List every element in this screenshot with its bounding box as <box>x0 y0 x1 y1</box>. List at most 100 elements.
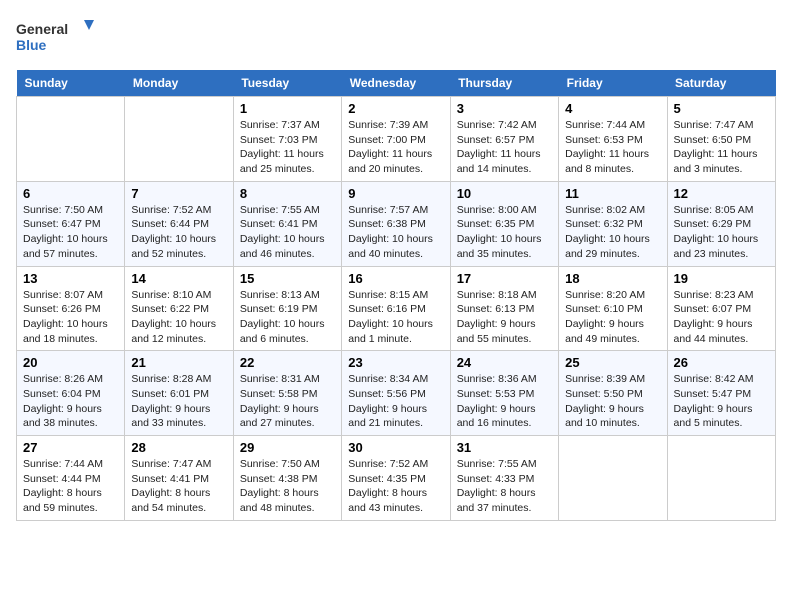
cell-content: Daylight: 9 hours and 33 minutes. <box>131 402 226 431</box>
cell-content: Sunset: 6:16 PM <box>348 302 443 317</box>
cell-content: Daylight: 9 hours and 44 minutes. <box>674 317 769 346</box>
cell-content: Daylight: 9 hours and 10 minutes. <box>565 402 660 431</box>
calendar-cell: 2 Sunrise: 7:39 AMSunset: 7:00 PMDaylight… <box>342 97 450 182</box>
cell-content: Sunrise: 8:39 AM <box>565 372 660 387</box>
cell-content: Daylight: 9 hours and 55 minutes. <box>457 317 552 346</box>
cell-content: Sunrise: 7:44 AM <box>23 457 118 472</box>
calendar-cell: 16Sunrise: 8:15 AMSunset: 6:16 PMDayligh… <box>342 266 450 351</box>
cell-content: Sunset: 5:56 PM <box>348 387 443 402</box>
cell-content: Daylight: 9 hours and 38 minutes. <box>23 402 118 431</box>
day-number: 29 <box>240 440 335 455</box>
cell-content: Sunrise: 8:31 AM <box>240 372 335 387</box>
cell-content: Sunset: 7:03 PM <box>240 133 335 148</box>
calendar-cell: 21Sunrise: 8:28 AMSunset: 6:01 PMDayligh… <box>125 351 233 436</box>
calendar-cell: 14Sunrise: 8:10 AMSunset: 6:22 PMDayligh… <box>125 266 233 351</box>
cell-content: Sunrise: 8:02 AM <box>565 203 660 218</box>
cell-content: Daylight: 11 hours and 25 minutes. <box>240 147 335 176</box>
cell-content: Daylight: 10 hours and 6 minutes. <box>240 317 335 346</box>
day-number: 30 <box>348 440 443 455</box>
calendar-cell <box>125 97 233 182</box>
day-number: 22 <box>240 355 335 370</box>
svg-text:General: General <box>16 21 68 37</box>
day-number: 4 <box>565 101 660 116</box>
cell-content: Daylight: 10 hours and 57 minutes. <box>23 232 118 261</box>
day-number: 18 <box>565 271 660 286</box>
cell-content: Sunset: 6:19 PM <box>240 302 335 317</box>
day-number: 19 <box>674 271 769 286</box>
calendar-cell: 22Sunrise: 8:31 AMSunset: 5:58 PMDayligh… <box>233 351 341 436</box>
day-header-tuesday: Tuesday <box>233 70 341 97</box>
cell-content: Sunset: 4:33 PM <box>457 472 552 487</box>
cell-content: Sunset: 4:35 PM <box>348 472 443 487</box>
cell-content: Sunset: 6:47 PM <box>23 217 118 232</box>
calendar-cell: 9Sunrise: 7:57 AMSunset: 6:38 PMDaylight… <box>342 181 450 266</box>
cell-content: Sunset: 6:10 PM <box>565 302 660 317</box>
calendar-cell: 18Sunrise: 8:20 AMSunset: 6:10 PMDayligh… <box>559 266 667 351</box>
day-number: 21 <box>131 355 226 370</box>
cell-content: Sunrise: 8:28 AM <box>131 372 226 387</box>
cell-content: Daylight: 10 hours and 35 minutes. <box>457 232 552 261</box>
week-row-4: 20Sunrise: 8:26 AMSunset: 6:04 PMDayligh… <box>17 351 776 436</box>
calendar-cell: 31Sunrise: 7:55 AMSunset: 4:33 PMDayligh… <box>450 436 558 521</box>
cell-content: Daylight: 10 hours and 40 minutes. <box>348 232 443 261</box>
calendar-cell: 28Sunrise: 7:47 AMSunset: 4:41 PMDayligh… <box>125 436 233 521</box>
cell-content: Sunset: 6:50 PM <box>674 133 769 148</box>
cell-content: Sunrise: 7:39 AM <box>348 118 443 133</box>
cell-content: Daylight: 11 hours and 8 minutes. <box>565 147 660 176</box>
cell-content: Sunrise: 8:36 AM <box>457 372 552 387</box>
day-header-friday: Friday <box>559 70 667 97</box>
cell-content: Sunset: 6:29 PM <box>674 217 769 232</box>
calendar-cell: 25Sunrise: 8:39 AMSunset: 5:50 PMDayligh… <box>559 351 667 436</box>
cell-content: Daylight: 8 hours and 37 minutes. <box>457 486 552 515</box>
calendar-cell <box>667 436 775 521</box>
day-number: 3 <box>457 101 552 116</box>
day-number: 26 <box>674 355 769 370</box>
cell-content: Sunset: 5:50 PM <box>565 387 660 402</box>
week-row-1: 1Sunrise: 7:37 AMSunset: 7:03 PMDaylight… <box>17 97 776 182</box>
calendar-cell: 6Sunrise: 7:50 AMSunset: 6:47 PMDaylight… <box>17 181 125 266</box>
calendar-table: SundayMondayTuesdayWednesdayThursdayFrid… <box>16 70 776 521</box>
cell-content: Daylight: 10 hours and 29 minutes. <box>565 232 660 261</box>
cell-content: Daylight: 8 hours and 59 minutes. <box>23 486 118 515</box>
logo: General Blue <box>16 16 96 60</box>
calendar-cell <box>559 436 667 521</box>
cell-content: Sunrise: 8:05 AM <box>674 203 769 218</box>
day-number: 5 <box>674 101 769 116</box>
day-number: 9 <box>348 186 443 201</box>
cell-content: Sunset: 7:00 PM <box>348 133 443 148</box>
day-number: 2 <box>348 101 443 116</box>
cell-content: Sunrise: 7:52 AM <box>348 457 443 472</box>
cell-content: Sunrise: 7:55 AM <box>457 457 552 472</box>
day-number: 15 <box>240 271 335 286</box>
cell-content: Sunset: 6:57 PM <box>457 133 552 148</box>
cell-content: Sunrise: 7:55 AM <box>240 203 335 218</box>
cell-content: Sunset: 6:32 PM <box>565 217 660 232</box>
week-row-5: 27Sunrise: 7:44 AMSunset: 4:44 PMDayligh… <box>17 436 776 521</box>
cell-content: Daylight: 8 hours and 54 minutes. <box>131 486 226 515</box>
cell-content: Daylight: 8 hours and 43 minutes. <box>348 486 443 515</box>
day-number: 17 <box>457 271 552 286</box>
cell-content: Daylight: 10 hours and 1 minute. <box>348 317 443 346</box>
cell-content: Sunrise: 7:47 AM <box>674 118 769 133</box>
cell-content: Sunset: 6:13 PM <box>457 302 552 317</box>
calendar-cell: 19Sunrise: 8:23 AMSunset: 6:07 PMDayligh… <box>667 266 775 351</box>
cell-content: Daylight: 10 hours and 12 minutes. <box>131 317 226 346</box>
cell-content: Sunset: 6:38 PM <box>348 217 443 232</box>
calendar-cell: 7Sunrise: 7:52 AMSunset: 6:44 PMDaylight… <box>125 181 233 266</box>
day-number: 20 <box>23 355 118 370</box>
cell-content: Sunrise: 8:13 AM <box>240 288 335 303</box>
day-header-sunday: Sunday <box>17 70 125 97</box>
cell-content: Daylight: 9 hours and 49 minutes. <box>565 317 660 346</box>
cell-content: Sunset: 6:44 PM <box>131 217 226 232</box>
day-header-wednesday: Wednesday <box>342 70 450 97</box>
calendar-cell: 20Sunrise: 8:26 AMSunset: 6:04 PMDayligh… <box>17 351 125 436</box>
cell-content: Daylight: 9 hours and 27 minutes. <box>240 402 335 431</box>
day-number: 23 <box>348 355 443 370</box>
cell-content: Sunrise: 7:52 AM <box>131 203 226 218</box>
cell-content: Daylight: 11 hours and 20 minutes. <box>348 147 443 176</box>
cell-content: Sunset: 4:38 PM <box>240 472 335 487</box>
day-number: 10 <box>457 186 552 201</box>
cell-content: Sunset: 4:41 PM <box>131 472 226 487</box>
cell-content: Sunrise: 8:10 AM <box>131 288 226 303</box>
day-number: 7 <box>131 186 226 201</box>
